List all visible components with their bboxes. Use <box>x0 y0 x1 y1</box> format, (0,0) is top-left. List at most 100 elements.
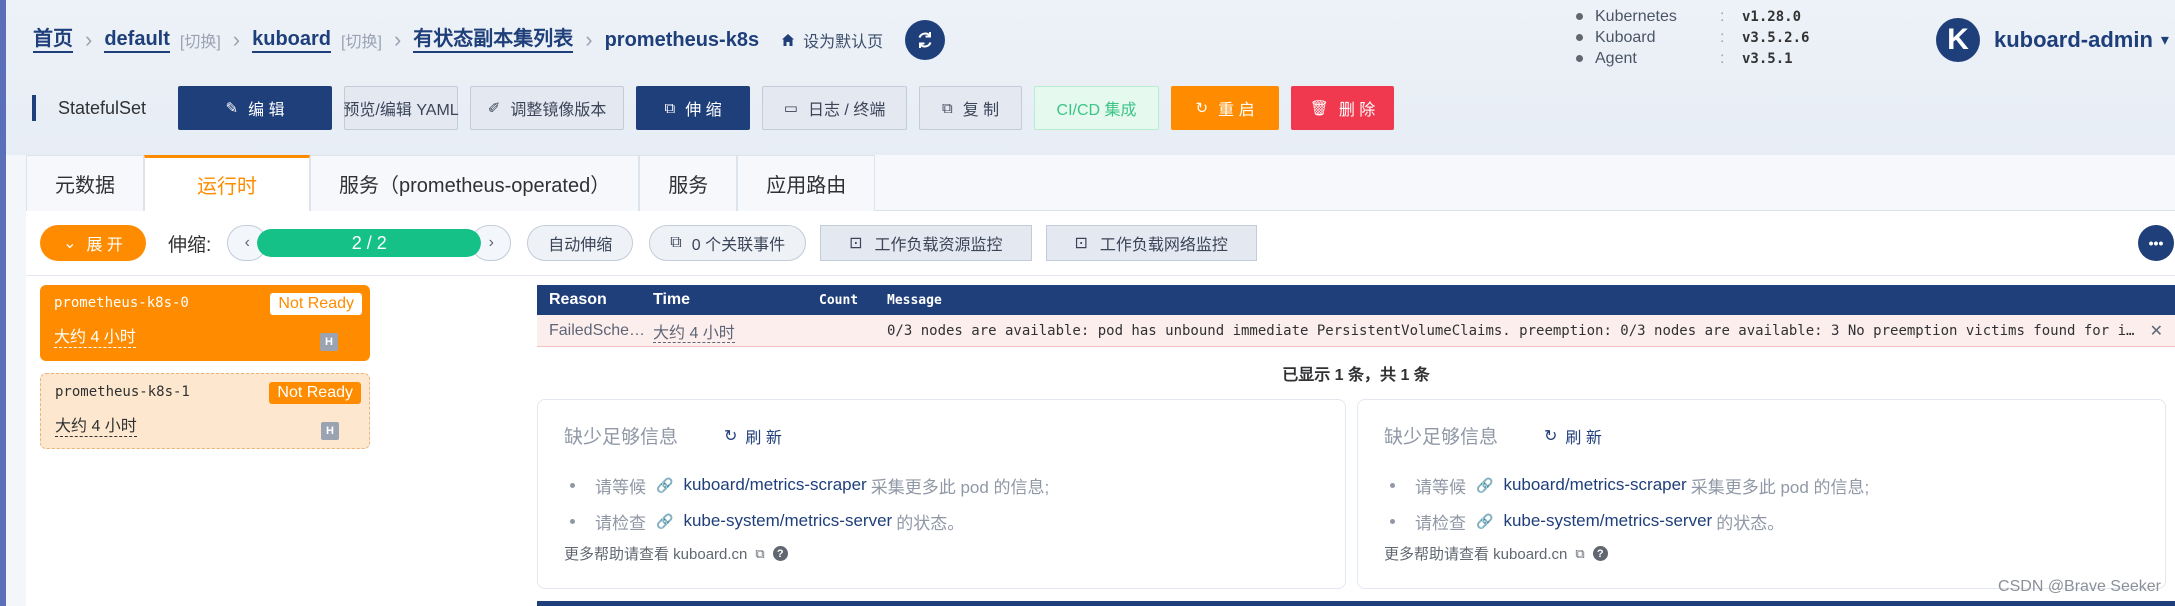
related-events-button[interactable]: ⧉ 0 个关联事件 <box>649 225 807 261</box>
panel-title: 缺少足够信息 <box>564 427 679 448</box>
trash-icon: 🗑 <box>1309 100 1329 117</box>
breadcrumb-statefulset-list[interactable]: 有状态副本集列表 <box>413 27 574 53</box>
copy-icon: ⧉ <box>941 99 953 117</box>
link-icon: 🔗 <box>1476 476 1494 493</box>
expand-button[interactable]: ⌄ 展 开 <box>40 225 146 261</box>
tab-service[interactable]: 服务 <box>639 155 738 211</box>
external-link-icon: ⧉ <box>755 545 765 561</box>
resource-monitor-button[interactable]: ⊡ 工作负载资源监控 <box>820 225 1032 261</box>
external-link-icon: ⧉ <box>1575 545 1585 561</box>
metrics-info-panel: 缺少足够信息 ↻ 刷 新 请等候 🔗 kuboard/metrics-scraper 采… <box>537 399 1346 589</box>
scale-label: 伸缩: <box>168 234 212 256</box>
question-icon[interactable]: ? <box>1592 546 1608 561</box>
logs-terminal-button[interactable]: ▭ 日志 / 终端 <box>762 86 908 130</box>
yaml-button[interactable]: 预览/编辑 YAML <box>343 86 459 130</box>
cluster-switch-link[interactable]: [切换] <box>180 28 221 52</box>
scale-button[interactable]: ⧉ 伸 缩 <box>636 86 751 130</box>
refresh-button[interactable]: ↻ 刷 新 <box>1544 424 1602 448</box>
tab-metadata[interactable]: 元数据 <box>26 155 144 211</box>
metrics-server-link[interactable]: kube-system/metrics-server <box>683 511 892 531</box>
help-link[interactable]: 更多帮助请查看 kuboard.cn <box>564 543 747 564</box>
version-row-kubernetes: Kubernetes : v1.28.0 <box>1576 6 1809 27</box>
chevron-right-icon: › <box>585 27 593 52</box>
version-row-kuboard: Kuboard : v3.5.2.6 <box>1576 27 1809 48</box>
tab-ingress[interactable]: 应用路由 <box>737 155 876 211</box>
question-icon[interactable]: ? <box>772 546 788 561</box>
close-icon[interactable]: ✕ <box>2150 321 2163 341</box>
replica-count: 2 / 2 <box>351 233 387 253</box>
restart-button[interactable]: ↻ 重 启 <box>1171 86 1280 130</box>
event-reason: FailedScheduling <box>549 321 653 339</box>
column-count: Count <box>819 292 859 308</box>
pod-card[interactable]: prometheus-k8s-1 大约 4 小时 Not Ready H <box>40 373 370 449</box>
header: 首页 › default [切换] › kuboard [切换] › 有状态副本… <box>6 0 2175 155</box>
help-link[interactable]: 更多帮助请查看 kuboard.cn <box>1384 543 1567 564</box>
refresh-button[interactable] <box>905 20 946 60</box>
namespace-switch-link[interactable]: [切换] <box>341 28 382 52</box>
replica-progress: 2 / 2 <box>257 229 482 257</box>
monitor-icon: ⊡ <box>1074 235 1088 252</box>
chevron-right-icon: › <box>232 27 241 52</box>
replica-stepper: ‹ 2 / 2 › <box>227 225 512 261</box>
event-message: 0/3 nodes are available: pod has unbound… <box>887 322 2137 339</box>
tab-service-prometheus-operated[interactable]: 服务（prometheus-operated） <box>310 155 640 211</box>
breadcrumb-current: prometheus-k8s <box>604 29 760 51</box>
h-badge: H <box>320 333 338 351</box>
more-options-button[interactable]: ••• <box>2138 225 2174 261</box>
pod-age: 大约 4 小时 <box>54 323 136 348</box>
control-row: ⌄ 展 开 伸缩: ‹ 2 / 2 › 自动伸缩 ⧉ 0 个关联事件 ⊡ 工作负载资源… <box>40 225 1257 261</box>
chevron-down-icon: ⌄ <box>63 235 77 252</box>
external-link-icon: ⧉ <box>670 234 682 251</box>
events-table: Reason Time Count Message FailedScheduli… <box>537 285 2175 385</box>
user-name: kuboard-admin <box>1994 27 2153 52</box>
avatar: K <box>1936 18 1980 62</box>
refresh-button[interactable]: ↻ 刷 新 <box>724 424 782 448</box>
breadcrumb-home[interactable]: 首页 <box>33 27 73 53</box>
resource-kind: StatefulSet <box>58 97 147 118</box>
events-summary: 已显示 1 条，共 1 条 <box>1282 367 1430 384</box>
metrics-scraper-link[interactable]: kuboard/metrics-scraper <box>1503 475 1686 495</box>
pencil-icon: ✐ <box>487 100 501 117</box>
tab-runtime[interactable]: 运行时 <box>144 155 310 211</box>
list-item: 请等候 🔗 kuboard/metrics-scraper 采集更多此 pod 的信息… <box>564 467 1319 503</box>
toolbar: StatefulSet ✎ 编 辑 预览/编辑 YAML ✐ 调整镜像版本 ⧉ 伸 缩… <box>32 86 1406 130</box>
bottom-table-edge <box>537 601 2175 606</box>
edit-icon: ✎ <box>225 100 239 117</box>
pod-card[interactable]: prometheus-k8s-0 大约 4 小时 Not Ready H <box>40 285 370 361</box>
link-icon: 🔗 <box>656 476 674 493</box>
restart-icon: ↻ <box>1195 100 1209 117</box>
refresh-icon: ↻ <box>1544 427 1558 445</box>
set-default-page-link[interactable]: 设为默认页 <box>781 28 883 52</box>
status-badge: Not Ready <box>270 293 362 315</box>
divider <box>26 275 2175 276</box>
watermark: CSDN @Brave Seeker <box>1998 578 2161 595</box>
caret-down-icon: ▾ <box>2160 32 2169 49</box>
panel-title: 缺少足够信息 <box>1384 427 1499 448</box>
delete-button[interactable]: 🗑 删 除 <box>1291 86 1395 130</box>
metrics-info-panel: 缺少足够信息 ↻ 刷 新 请等候 🔗 kuboard/metrics-scraper 采… <box>1357 399 2166 589</box>
list-item: 请检查 🔗 kube-system/metrics-server 的状态。 <box>564 503 1319 539</box>
breadcrumb-cluster[interactable]: default <box>104 27 170 53</box>
chevron-right-icon: › <box>393 27 402 52</box>
change-image-button[interactable]: ✐ 调整镜像版本 <box>470 86 625 130</box>
user-menu[interactable]: K kuboard-admin ▾ <box>1936 18 2169 62</box>
tab-bar: 元数据 运行时 服务（prometheus-operated） 服务 应用路由 <box>26 155 2175 211</box>
copy-button[interactable]: ⧉ 复 制 <box>919 86 1023 130</box>
pod-age: 大约 4 小时 <box>55 412 137 437</box>
column-reason: Reason <box>549 291 607 308</box>
breadcrumb-namespace[interactable]: kuboard <box>252 27 332 53</box>
link-icon: 🔗 <box>656 512 674 529</box>
cicd-button[interactable]: CI/CD 集成 <box>1034 86 1160 130</box>
breadcrumb: 首页 › default [切换] › kuboard [切换] › 有状态副本… <box>33 20 946 60</box>
h-badge: H <box>321 422 339 440</box>
sync-icon <box>918 32 932 48</box>
auto-scale-button[interactable]: 自动伸缩 <box>527 225 634 261</box>
metrics-server-link[interactable]: kube-system/metrics-server <box>1503 511 1712 531</box>
link-icon: 🔗 <box>1476 512 1494 529</box>
edit-button[interactable]: ✎ 编 辑 <box>178 86 333 130</box>
network-monitor-button[interactable]: ⊡ 工作负载网络监控 <box>1045 225 1257 261</box>
monitor-icon: ⊡ <box>849 235 863 252</box>
home-icon <box>782 34 795 46</box>
metrics-scraper-link[interactable]: kuboard/metrics-scraper <box>683 475 866 495</box>
chevron-right-icon: › <box>85 27 93 52</box>
